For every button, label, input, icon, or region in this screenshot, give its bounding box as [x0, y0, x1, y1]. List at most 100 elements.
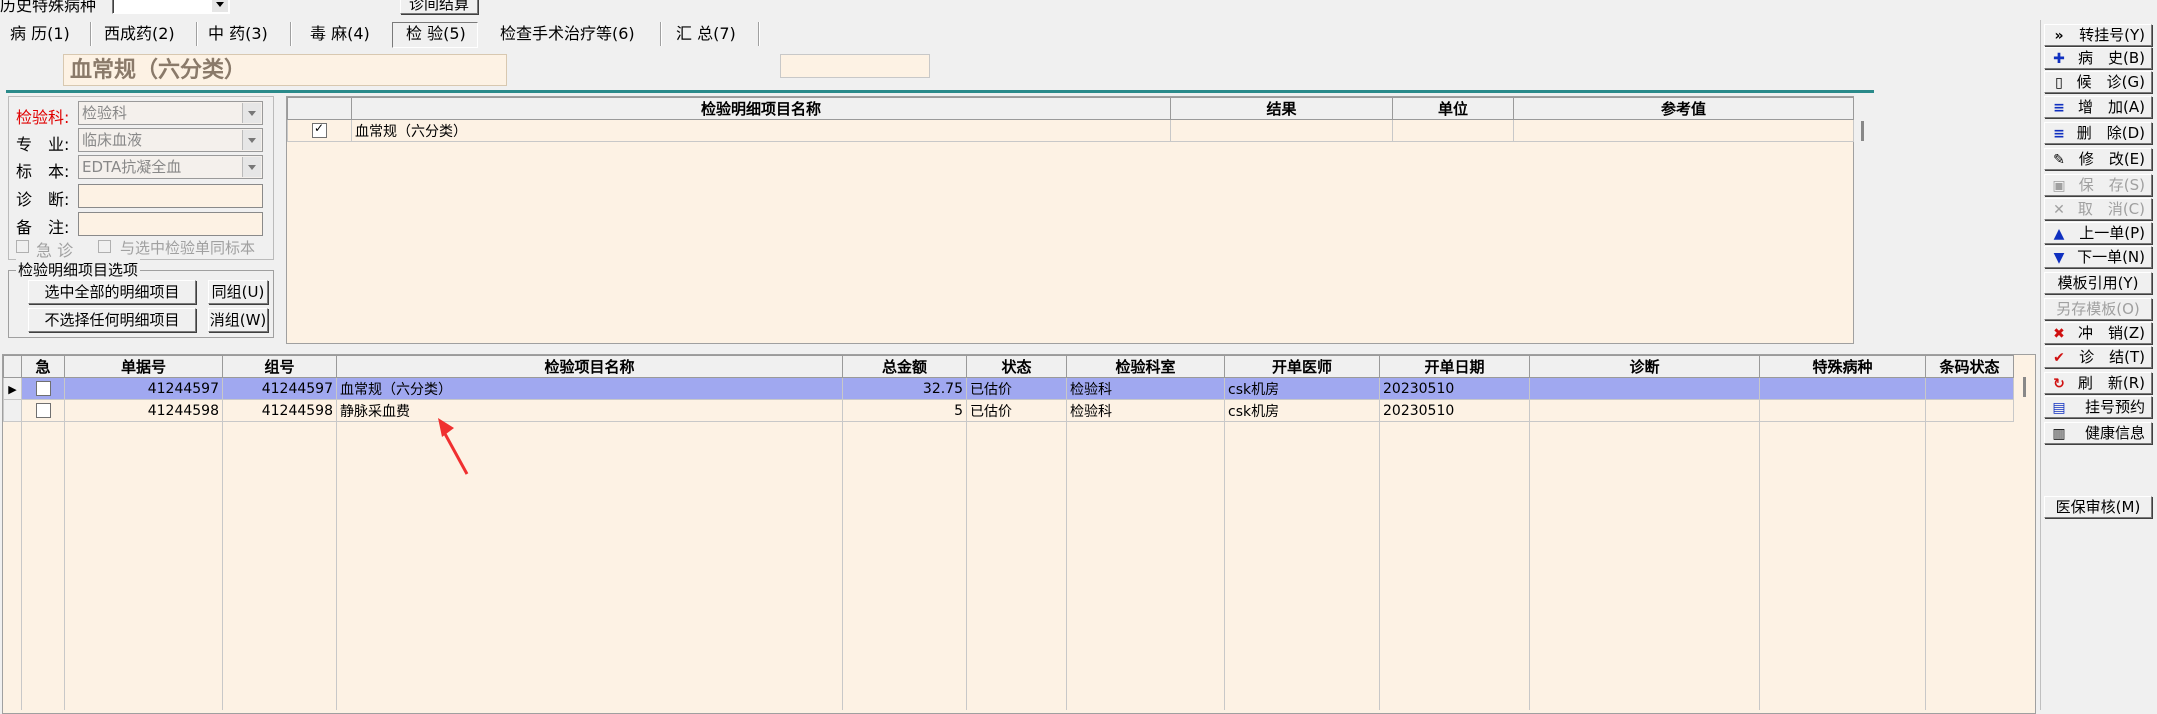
teal-divider: [6, 90, 1874, 93]
tab-western-medicine[interactable]: 西成药(2): [96, 20, 183, 48]
col-status[interactable]: 状态: [966, 355, 1067, 378]
tab-lab[interactable]: 检 验(5): [398, 20, 474, 48]
detail-col-result[interactable]: 结果: [1170, 97, 1393, 120]
main-scrollbar[interactable]: [2023, 377, 2026, 397]
insurance-review-button[interactable]: 医保审核(M): [2044, 496, 2152, 518]
same-group-button[interactable]: 同组(U): [208, 280, 268, 304]
toolbar-button-label: 下一单(N): [2077, 248, 2145, 266]
detail-check-cell: ✓: [287, 119, 352, 142]
table-row[interactable]: 41244598 41244598 静脉采血费 5 已估价 检验科 csk机房 …: [3, 399, 2014, 422]
detail-scrollbar[interactable]: [1861, 121, 1864, 141]
save-icon: ▣: [2052, 178, 2066, 194]
select-none-details-button[interactable]: 不选择任何明细项目: [28, 308, 196, 332]
doc-no-cell: 41244598: [64, 399, 223, 422]
table-row[interactable]: ▶ 41244597 41244597 血常规（六分类） 32.75 已估价 检…: [3, 377, 2014, 400]
tab-exam-surgery[interactable]: 检查手术治疗等(6): [492, 20, 643, 48]
toolbar-button-label: 挂号预约: [2084, 398, 2145, 416]
toolbar-button-5[interactable]: ✎ 修 改(E): [2044, 148, 2152, 170]
table-row[interactable]: ✓ 血常规（六分类）: [287, 119, 1854, 142]
toolbar-button-8[interactable]: ▲ 上一单(P): [2044, 222, 2152, 244]
toolbar-button-6[interactable]: ▣ 保 存(S): [2044, 174, 2152, 196]
clinic-settlement-button[interactable]: 诊间结算: [400, 0, 478, 14]
dept-cell: 检验科: [1066, 399, 1225, 422]
col-item-name[interactable]: 检验项目名称: [336, 355, 843, 378]
toolbar-button-4[interactable]: ≡ 删 除(D): [2044, 122, 2152, 144]
specimen-select[interactable]: EDTA抗凝全血: [78, 155, 263, 179]
specialty-value: 临床血液: [82, 131, 143, 149]
toolbar-button-14[interactable]: ↻ 刷 新(R): [2044, 372, 2152, 394]
cancel-icon: ✕: [2053, 202, 2065, 218]
checkmark-icon: ✔: [2053, 350, 2065, 366]
same-specimen-checkbox[interactable]: [98, 240, 111, 253]
cancel-group-button[interactable]: 消组(W): [208, 308, 268, 332]
detail-item-name: 血常规（六分类）: [351, 119, 1171, 142]
status-cell: 已估价: [966, 399, 1067, 422]
row-indicator: ▶: [3, 377, 22, 400]
date-cell: 20230510: [1379, 399, 1530, 422]
toolbar-button-10[interactable]: 模板引用(Y): [2044, 272, 2152, 294]
grid-empty-area: [3, 423, 2013, 713]
specialty-select[interactable]: 临床血液: [78, 128, 263, 152]
tab-medical-record[interactable]: 病 历(1): [2, 20, 78, 48]
col-urgent[interactable]: 急: [21, 355, 65, 378]
detail-col-name[interactable]: 检验明细项目名称: [351, 97, 1171, 120]
detail-item-result[interactable]: [1170, 119, 1393, 142]
col-amount[interactable]: 总金额: [842, 355, 967, 378]
row-urgent-checkbox[interactable]: [35, 403, 51, 418]
col-doctor[interactable]: 开单医师: [1224, 355, 1380, 378]
down-arrow-icon: ▼: [2053, 250, 2065, 266]
tab-chinese-medicine[interactable]: 中 药(3): [200, 20, 276, 48]
col-diagnosis[interactable]: 诊断: [1529, 355, 1760, 378]
refresh-icon: ↻: [2053, 376, 2065, 392]
toolbar-button-label: 转挂号(Y): [2079, 26, 2145, 44]
toolbar-button-2[interactable]: ▯ 候 诊(G): [2044, 71, 2152, 93]
tab-narcotics[interactable]: 毒 麻(4): [302, 20, 378, 48]
toolbar-button-9[interactable]: ▼ 下一单(N): [2044, 246, 2152, 268]
tab-summary[interactable]: 汇 总(7): [668, 20, 744, 48]
toolbar-button-12[interactable]: ✖ 冲 销(Z): [2044, 322, 2152, 344]
toolbar-button-label: 删 除(D): [2076, 124, 2145, 142]
urgent-label: 急 诊: [36, 241, 74, 260]
col-date[interactable]: 开单日期: [1379, 355, 1530, 378]
item-name-cell: 静脉采血费: [336, 399, 843, 422]
dept-value: 检验科: [82, 104, 128, 122]
status-cell: 已估价: [966, 377, 1067, 400]
detail-item-checkbox[interactable]: ✓: [312, 121, 327, 138]
toolbar-button-13[interactable]: ✔ 诊 结(T): [2044, 346, 2152, 368]
detail-item-ref: [1513, 119, 1854, 142]
toolbar-button-0[interactable]: » 转挂号(Y): [2044, 24, 2152, 46]
toolbar-button-15[interactable]: ▤ 挂号预约: [2044, 396, 2152, 418]
col-special-disease[interactable]: 特殊病种: [1759, 355, 1926, 378]
dept-cell: 检验科: [1066, 377, 1225, 400]
up-arrow-icon: ▲: [2053, 226, 2065, 242]
secondary-field[interactable]: [780, 54, 930, 78]
remark-field[interactable]: [78, 212, 263, 236]
col-doc-no[interactable]: 单据号: [64, 355, 223, 378]
urgent-checkbox[interactable]: [16, 240, 29, 253]
urgent-cell: [21, 399, 65, 422]
checkmark-icon: ✓: [314, 121, 325, 135]
toolbar-button-3[interactable]: ≡ 增 加(A): [2044, 96, 2152, 118]
toolbar-button-7[interactable]: ✕ 取 消(C): [2044, 198, 2152, 220]
toolbar-button-label: 另存模板(O): [2056, 300, 2140, 318]
col-barcode-status[interactable]: 条码状态: [1925, 355, 2014, 378]
detail-col-ref[interactable]: 参考值: [1513, 97, 1854, 120]
col-group-no[interactable]: 组号: [222, 355, 337, 378]
toolbar-button-1[interactable]: ✚ 病 史(B): [2044, 47, 2152, 69]
toolbar-button-label: 病 史(B): [2078, 49, 2145, 67]
row-urgent-checkbox[interactable]: [35, 381, 51, 396]
main-grid-panel: 急 单据号 组号 检验项目名称 总金额 状态 检验科室 开单医师 开单日期 诊断…: [2, 354, 2036, 714]
detail-col-unit[interactable]: 单位: [1392, 97, 1514, 120]
toolbar-button-label: 修 改(E): [2078, 150, 2145, 168]
tab-separator: [758, 22, 760, 46]
toolbar-button-16[interactable]: ▥ 健康信息: [2044, 422, 2152, 444]
detail-table: 检验明细项目名称 结果 单位 参考值 ✓ 血常规（六分类）: [287, 97, 1854, 142]
diagnosis-field[interactable]: [78, 184, 263, 208]
history-special-disease-select[interactable]: [112, 0, 230, 14]
toolbar-button-11[interactable]: 另存模板(O): [2044, 298, 2152, 320]
select-all-details-button[interactable]: 选中全部的明细项目: [28, 280, 196, 304]
dept-select[interactable]: 检验科: [78, 101, 263, 125]
col-dept[interactable]: 检验科室: [1066, 355, 1225, 378]
tab-separator: [90, 22, 92, 46]
add-row-icon: ≡: [2053, 100, 2065, 116]
